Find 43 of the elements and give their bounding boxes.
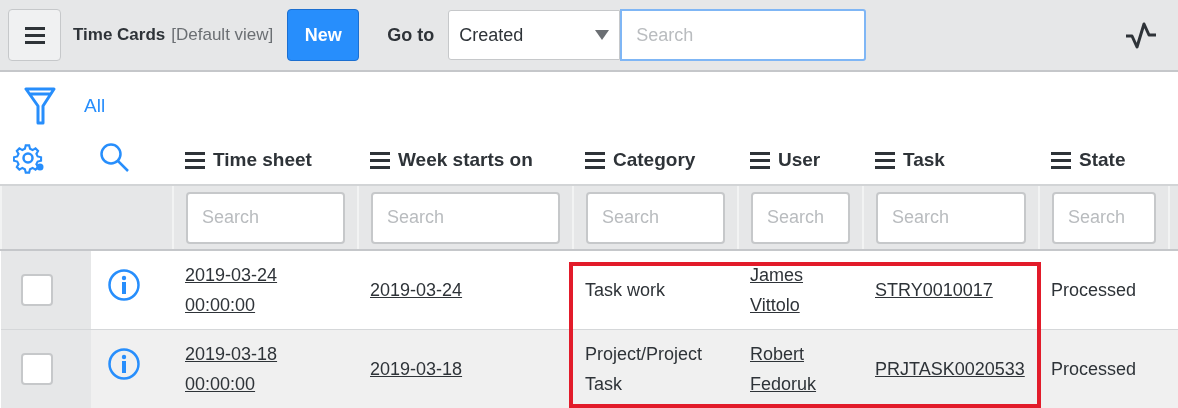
- menu-icon[interactable]: [750, 150, 770, 170]
- activity-icon[interactable]: [1124, 20, 1158, 50]
- column-header[interactable]: Week starts on: [370, 145, 533, 175]
- table-cell: Task work: [585, 279, 665, 300]
- column-search-field[interactable]: Search: [1052, 191, 1156, 244]
- menu-icon[interactable]: [185, 150, 205, 170]
- column-header[interactable]: State: [1051, 145, 1126, 175]
- column-search-field[interactable]: Search: [371, 191, 560, 244]
- column-search-field[interactable]: Search: [586, 191, 725, 244]
- caret-icon[interactable]: [595, 30, 610, 40]
- settings-icon[interactable]: [13, 141, 45, 174]
- row-checkbox[interactable]: [21, 352, 53, 385]
- table-cell: Processed: [1051, 279, 1137, 300]
- menu-icon[interactable]: [1051, 150, 1071, 170]
- table-link[interactable]: 2019-03-24: [370, 274, 463, 305]
- table-cell: Processed: [1051, 358, 1137, 379]
- table-cell: Project/Project Task: [585, 343, 703, 394]
- menu-button[interactable]: [8, 9, 61, 61]
- column-header[interactable]: Category: [585, 145, 696, 175]
- column-search-field[interactable]: Search: [186, 191, 345, 244]
- goto-label: Go to: [387, 23, 435, 47]
- menu-icon[interactable]: [24, 25, 45, 45]
- filter-icon[interactable]: [24, 86, 56, 126]
- column-header[interactable]: User: [750, 145, 821, 175]
- view-name: [Default view]: [171, 24, 274, 47]
- column-search-field[interactable]: Search: [876, 191, 1026, 244]
- search-icon[interactable]: [99, 141, 131, 174]
- column-search-field[interactable]: Search: [751, 191, 850, 244]
- page-title: Time Cards: [73, 24, 166, 47]
- table-link[interactable]: James Vittolo: [750, 259, 851, 320]
- table-link[interactable]: 2019-03-24 00:00:00: [185, 259, 346, 320]
- menu-icon[interactable]: [875, 150, 895, 170]
- search-field[interactable]: Search: [620, 9, 867, 61]
- menu-icon[interactable]: [370, 150, 390, 170]
- table-link[interactable]: 2019-03-18: [370, 353, 463, 384]
- row-checkbox[interactable]: [21, 273, 53, 306]
- info-icon[interactable]: [107, 347, 141, 382]
- column-header[interactable]: Task: [875, 145, 945, 175]
- menu-icon[interactable]: [585, 150, 605, 170]
- field-select[interactable]: Created: [448, 10, 621, 60]
- table-link[interactable]: STRY0010017: [875, 274, 993, 305]
- column-header[interactable]: Time sheet: [185, 145, 312, 175]
- info-icon[interactable]: [107, 268, 141, 303]
